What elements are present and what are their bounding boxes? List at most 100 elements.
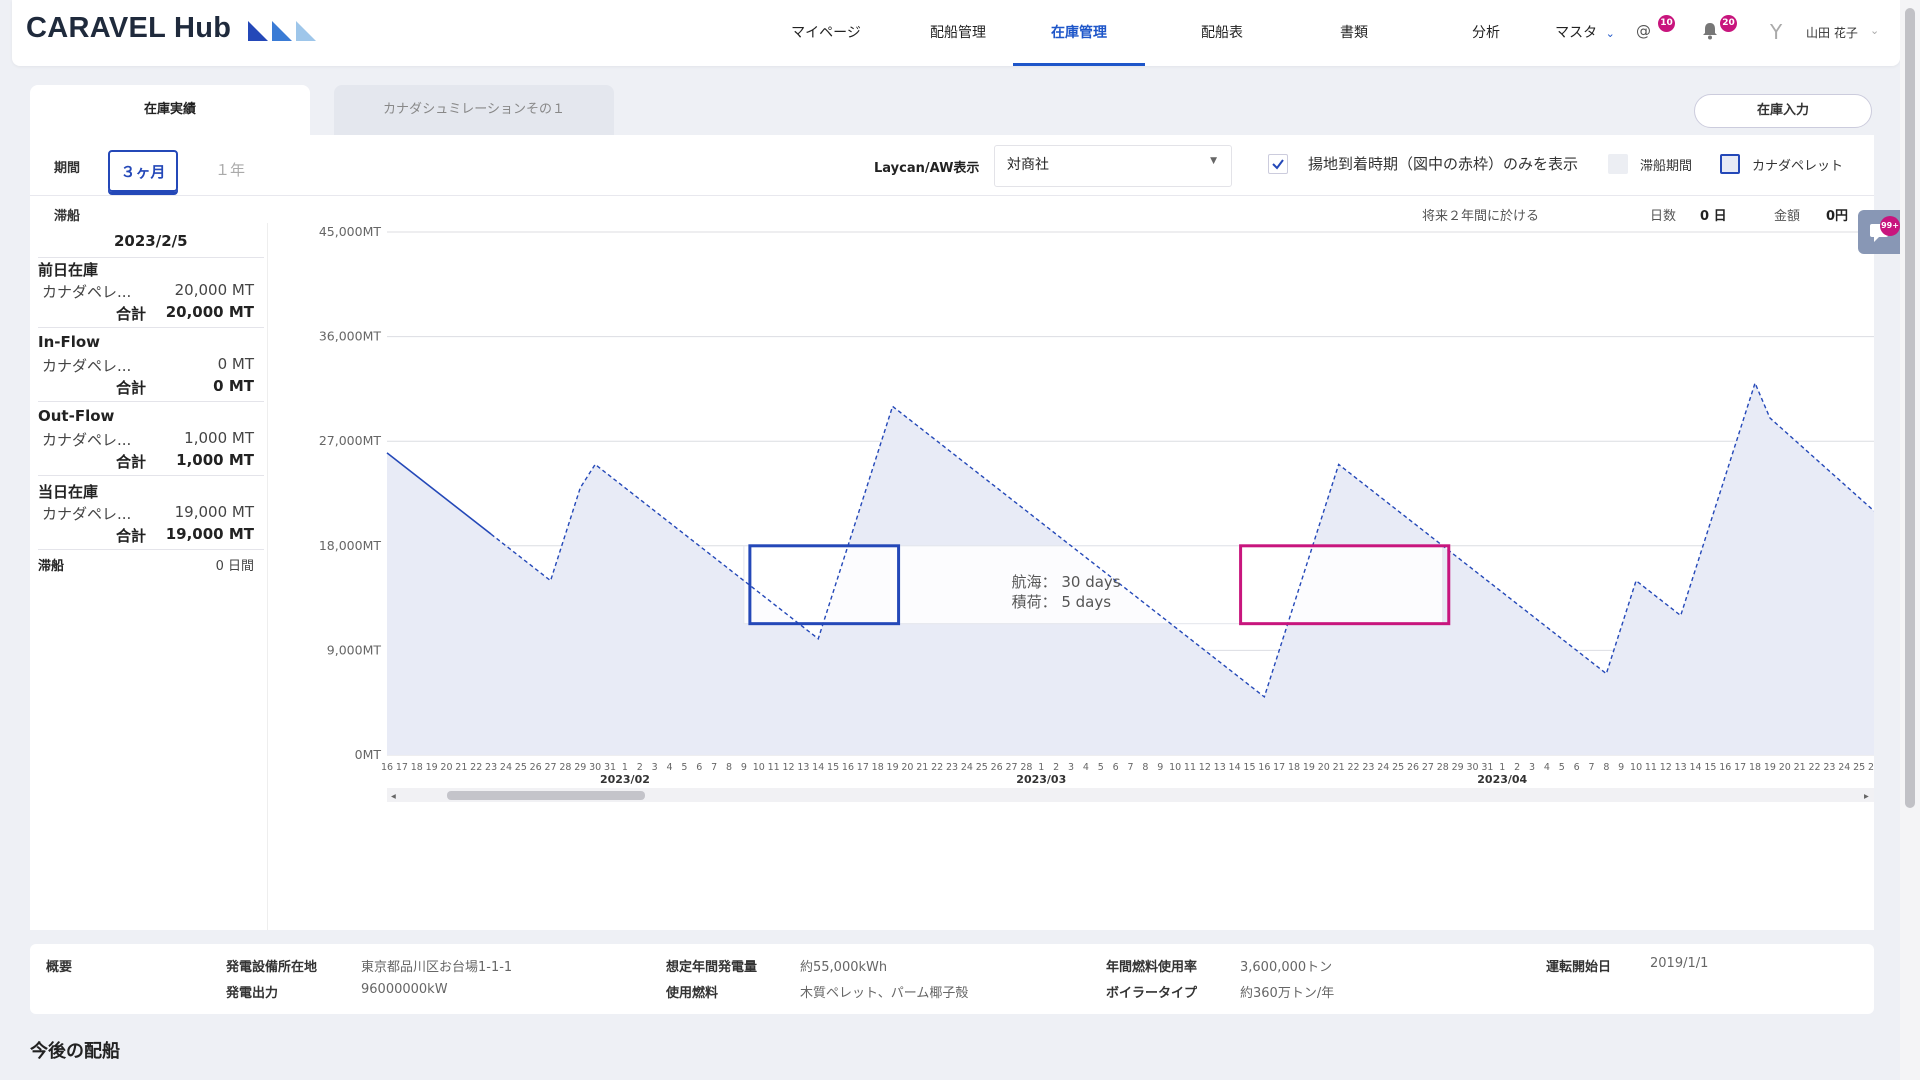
x-tick-label: 22 bbox=[1808, 762, 1820, 773]
scrollbar-thumb[interactable] bbox=[1905, 8, 1915, 808]
x-tick-label: 6 bbox=[1113, 762, 1119, 773]
stock-input-button[interactable]: 在庫入力 bbox=[1694, 94, 1872, 128]
x-tick-label: 29 bbox=[574, 762, 586, 773]
top-header: CARAVEL Hub マイページ 配船管理 在庫管理 配船表 書類 分析 マス… bbox=[12, 0, 1900, 66]
nav-analysis[interactable]: 分析 bbox=[1420, 0, 1552, 66]
x-tick-label: 19 bbox=[887, 762, 899, 773]
today-stock-item: カナダペレ... 19,000 MT bbox=[42, 503, 254, 524]
demurrage-row: 滞船 0 日間 bbox=[38, 555, 254, 574]
daily-summary: 2023/2/5 前日在庫 カナダペレ... 20,000 MT 合計 20,000… bbox=[30, 223, 268, 930]
tab-stock-record[interactable]: 在庫実績 bbox=[30, 85, 310, 135]
x-tick-label: 25 bbox=[1853, 762, 1865, 773]
output-label: 発電出力 bbox=[226, 986, 279, 1001]
inflow-total-value: 0 MT bbox=[213, 377, 254, 395]
x-tick-label: 16 bbox=[381, 762, 393, 773]
annual-fuel-label: 年間燃料使用率 bbox=[1106, 960, 1198, 975]
location-value: 東京都品川区お台場1-1-1 bbox=[361, 960, 513, 975]
x-tick-label: 17 bbox=[857, 762, 869, 773]
x-tick-label: 24 bbox=[500, 762, 512, 773]
boiler-label: ボイラータイプ bbox=[1106, 986, 1198, 1001]
arrival-only-checkbox[interactable] bbox=[1268, 154, 1288, 174]
x-tick-label: 25 bbox=[515, 762, 527, 773]
x-tick-label: 10 bbox=[1630, 762, 1642, 773]
x-tick-label: 5 bbox=[1559, 762, 1565, 773]
x-tick-label: 28 bbox=[1437, 762, 1449, 773]
caret-down-icon: ▼ bbox=[1210, 156, 1217, 166]
inflow-item: カナダペレ... 0 MT bbox=[42, 355, 254, 376]
x-tick-label: 9 bbox=[1157, 762, 1163, 773]
period-1year-button[interactable]: １年 bbox=[200, 150, 260, 192]
user-menu-chevron-icon[interactable]: ⌄ bbox=[1870, 24, 1879, 37]
fuel-value: 木質ペレット、パーム椰子殻 bbox=[800, 986, 969, 1001]
x-tick-label: 18 bbox=[411, 762, 423, 773]
x-tick-label: 31 bbox=[604, 762, 616, 773]
x-tick-label: 22 bbox=[931, 762, 943, 773]
x-tick-label: 13 bbox=[1675, 762, 1687, 773]
outflow-item-value: 1,000 MT bbox=[184, 429, 254, 447]
x-tick-label: 3 bbox=[1068, 762, 1074, 773]
bell-icon[interactable] bbox=[1702, 22, 1718, 44]
x-tick-label: 18 bbox=[872, 762, 884, 773]
fuel-label: 使用燃料 bbox=[666, 986, 719, 1001]
today-total-value: 19,000 MT bbox=[165, 525, 254, 543]
x-tick-label: 15 bbox=[827, 762, 839, 773]
chart-scrollbar-thumb bbox=[447, 791, 645, 800]
x-tick-label: 11 bbox=[1184, 762, 1196, 773]
scroll-right-arrow-icon: ▸ bbox=[1864, 791, 1869, 802]
annual-gen-value: 約55,000kWh bbox=[800, 960, 888, 975]
x-tick-label: 7 bbox=[1127, 762, 1133, 773]
x-tick-label: 22 bbox=[1348, 762, 1360, 773]
x-tick-label: 19 bbox=[1303, 762, 1315, 773]
x-tick-label: 29 bbox=[1452, 762, 1464, 773]
nav-schedule[interactable]: 配船表 bbox=[1156, 0, 1288, 66]
x-tick-label: 16 bbox=[1719, 762, 1731, 773]
x-tick-label: 24 bbox=[961, 762, 973, 773]
x-tick-label: 20 bbox=[1318, 762, 1330, 773]
x-tick-label: 5 bbox=[1098, 762, 1104, 773]
nav-master-label: マスタ bbox=[1555, 25, 1598, 41]
x-tick-label: 31 bbox=[1481, 762, 1493, 773]
nav-documents[interactable]: 書類 bbox=[1288, 0, 1420, 66]
today-stock-item-name: カナダペレ... bbox=[42, 505, 132, 523]
nav-shipping[interactable]: 配船管理 bbox=[892, 0, 1024, 66]
x-tick-label: 26 bbox=[991, 762, 1003, 773]
app-logo[interactable]: CARAVEL Hub bbox=[26, 12, 231, 45]
x-tick-label: 2 bbox=[1514, 762, 1520, 773]
nav-mypage[interactable]: マイページ bbox=[760, 0, 892, 66]
today-total-label: 合計 bbox=[116, 527, 147, 545]
outflow-item-name: カナダペレ... bbox=[42, 431, 132, 449]
start-date-value: 2019/1/1 bbox=[1650, 956, 1709, 971]
user-avatar-icon[interactable]: Y bbox=[1770, 20, 1782, 44]
x-tick-label: 14 bbox=[1229, 762, 1241, 773]
x-tick-label: 23 bbox=[946, 762, 958, 773]
demurrage-label: 滞船 bbox=[38, 559, 65, 574]
x-tick-label: 18 bbox=[1288, 762, 1300, 773]
x-tick-label: 4 bbox=[667, 762, 673, 773]
x-tick-label: 16 bbox=[1258, 762, 1270, 773]
x-tick-label: 26 bbox=[1407, 762, 1419, 773]
legend-demurrage-swatch bbox=[1608, 154, 1628, 174]
x-tick-label: 23 bbox=[485, 762, 497, 773]
x-tick-label: 2 bbox=[637, 762, 643, 773]
mention-badge: 10 bbox=[1658, 15, 1675, 32]
x-tick-label: 13 bbox=[1214, 762, 1226, 773]
period-3months-button[interactable]: ３ヶ月 bbox=[108, 150, 178, 192]
tab-canada-simulation[interactable]: カナダシュミレーションその１ bbox=[334, 85, 614, 135]
x-tick-label: 12 bbox=[1199, 762, 1211, 773]
outflow-item: カナダペレ... 1,000 MT bbox=[42, 429, 254, 450]
user-name[interactable]: 山田 花子 bbox=[1806, 24, 1858, 41]
x-tick-label: 8 bbox=[726, 762, 732, 773]
x-tick-label: 20 bbox=[1779, 762, 1791, 773]
x-tick-label: 17 bbox=[1273, 762, 1285, 773]
nav-master[interactable]: マスタ ⌄ bbox=[1550, 0, 1620, 66]
laycan-select[interactable]: 対商社 ▼ bbox=[994, 145, 1232, 187]
arrival-only-label[interactable]: 揚地到着時期（図中の赤枠）のみを表示 bbox=[1308, 153, 1578, 174]
legend-demurrage-label: 滞船期間 bbox=[1640, 159, 1693, 174]
x-tick-label: 7 bbox=[1588, 762, 1594, 773]
nav-inventory[interactable]: 在庫管理 bbox=[1013, 0, 1145, 66]
prev-stock-item: カナダペレ... 20,000 MT bbox=[42, 281, 254, 302]
x-tick-label: 9 bbox=[741, 762, 747, 773]
x-tick-label: 30 bbox=[1466, 762, 1478, 773]
page-scrollbar[interactable] bbox=[1900, 0, 1920, 1080]
mention-icon[interactable]: @ bbox=[1636, 22, 1651, 40]
